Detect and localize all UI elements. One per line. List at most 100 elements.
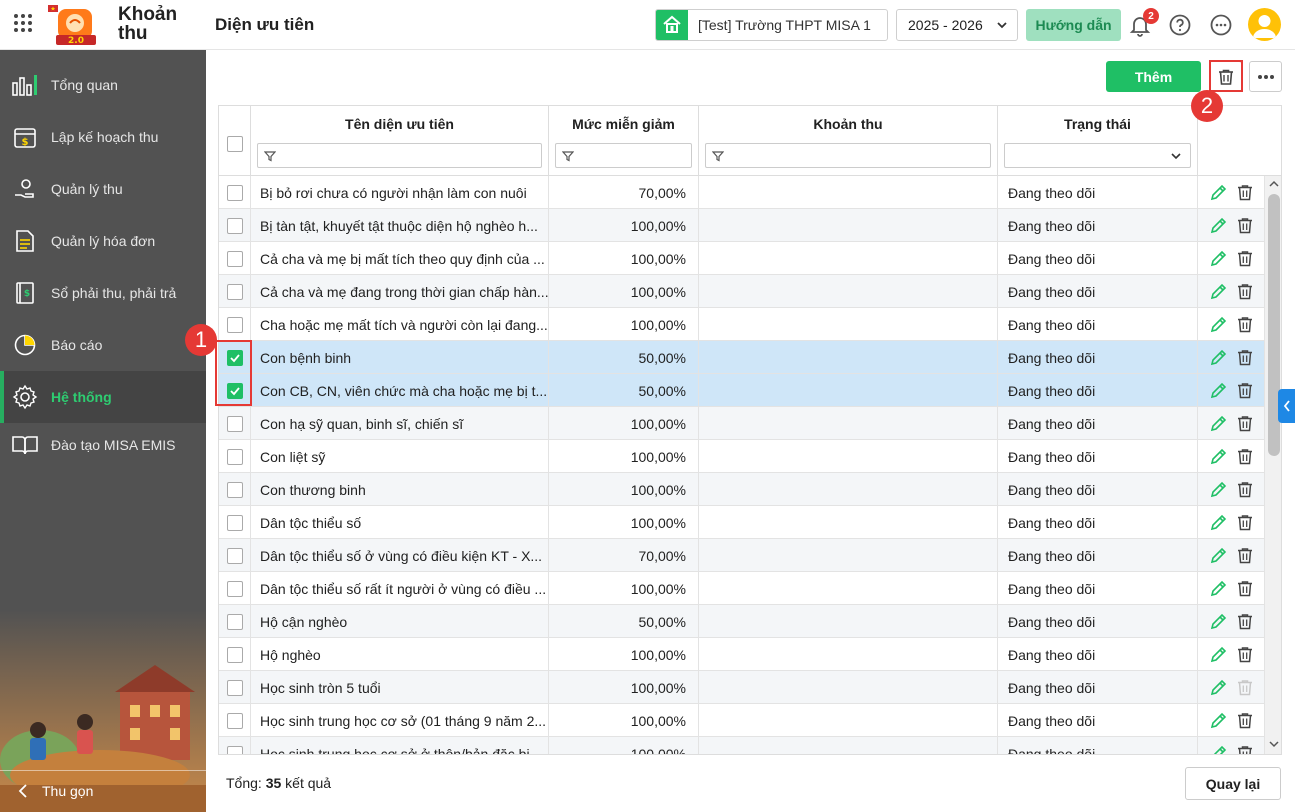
status-value: Đang theo dõi — [998, 440, 1198, 473]
trash-icon[interactable] — [1237, 580, 1253, 597]
edit-icon[interactable] — [1209, 415, 1227, 433]
row-checkbox[interactable] — [226, 646, 243, 663]
row-checkbox[interactable] — [226, 250, 243, 267]
scroll-down-icon[interactable] — [1269, 739, 1279, 749]
collapse-sidebar-button[interactable]: Thu gọn — [0, 770, 206, 812]
table-row[interactable]: Bị tàn tật, khuyết tật thuộc diện hộ ngh… — [219, 209, 1264, 242]
trash-icon[interactable] — [1237, 547, 1253, 564]
table-row[interactable]: Bị bỏ rơi chưa có người nhận làm con nuô… — [219, 176, 1264, 209]
row-checkbox[interactable] — [226, 547, 243, 564]
row-checkbox[interactable] — [226, 613, 243, 630]
guide-button[interactable]: Hướng dẫn — [1026, 9, 1121, 41]
row-checkbox[interactable] — [226, 217, 243, 234]
trash-icon[interactable] — [1237, 250, 1253, 267]
school-selector[interactable]: [Test] Trường THPT MISA 1 — [655, 9, 888, 41]
edit-icon[interactable] — [1209, 448, 1227, 466]
edit-icon[interactable] — [1209, 481, 1227, 499]
edit-icon[interactable] — [1209, 646, 1227, 664]
row-checkbox[interactable] — [226, 679, 243, 696]
trash-icon[interactable] — [1237, 217, 1253, 234]
edit-icon[interactable] — [1209, 283, 1227, 301]
edit-icon[interactable] — [1209, 679, 1227, 697]
app-launcher-icon[interactable] — [14, 14, 32, 32]
row-checkbox[interactable] — [226, 712, 243, 729]
trash-icon[interactable] — [1237, 448, 1253, 465]
trash-icon[interactable] — [1237, 481, 1253, 498]
row-checkbox[interactable] — [226, 514, 243, 531]
table-row[interactable]: Con liệt sỹ 100,00% Đang theo dõi — [219, 440, 1264, 473]
fee-filter-input[interactable] — [705, 143, 991, 168]
trash-icon[interactable] — [1237, 646, 1253, 663]
edit-icon[interactable] — [1209, 217, 1227, 235]
table-row[interactable]: Hộ cận nghèo 50,00% Đang theo dõi — [219, 605, 1264, 638]
table-row[interactable]: Học sinh trung học cơ sở ở thôn/bản đặc … — [219, 737, 1264, 756]
trash-icon[interactable] — [1237, 745, 1253, 755]
help-icon[interactable] — [1168, 13, 1192, 37]
edit-icon[interactable] — [1209, 250, 1227, 268]
year-selector[interactable]: 2025 - 2026 — [896, 9, 1018, 41]
trash-icon[interactable] — [1237, 283, 1253, 300]
edit-icon[interactable] — [1209, 613, 1227, 631]
table-row[interactable]: Cả cha và mẹ đang trong thời gian chấp h… — [219, 275, 1264, 308]
more-actions-button[interactable] — [1249, 61, 1282, 92]
edit-icon[interactable] — [1209, 316, 1227, 334]
edit-icon[interactable] — [1209, 349, 1227, 367]
row-checkbox[interactable] — [226, 580, 243, 597]
edit-icon[interactable] — [1209, 184, 1227, 202]
table-row[interactable]: Con CB, CN, viên chức mà cha hoặc mẹ bị … — [219, 374, 1264, 407]
trash-icon[interactable] — [1237, 415, 1253, 432]
trash-icon[interactable] — [1237, 514, 1253, 531]
sidebar-item-ledger[interactable]: $ Sổ phải thu, phải trả — [0, 267, 206, 319]
scroll-up-icon[interactable] — [1269, 179, 1279, 189]
vertical-scrollbar[interactable] — [1264, 176, 1281, 754]
table-row[interactable]: Hộ nghèo 100,00% Đang theo dõi — [219, 638, 1264, 671]
trash-icon[interactable] — [1237, 316, 1253, 333]
trash-icon[interactable] — [1237, 382, 1253, 399]
row-checkbox[interactable] — [226, 481, 243, 498]
table-row[interactable]: Học sinh tròn 5 tuổi 100,00% Đang theo dõi — [219, 671, 1264, 704]
trash-icon[interactable] — [1237, 712, 1253, 729]
edit-icon[interactable] — [1209, 580, 1227, 598]
more-options-icon[interactable] — [1209, 13, 1233, 37]
table-row[interactable]: Dân tộc thiểu số ở vùng có điều kiện KT … — [219, 539, 1264, 572]
avatar[interactable] — [1248, 8, 1281, 41]
table-row[interactable]: Dân tộc thiểu số rất ít người ở vùng có … — [219, 572, 1264, 605]
row-checkbox[interactable] — [226, 745, 243, 754]
table-row[interactable]: Con thương binh 100,00% Đang theo dõi — [219, 473, 1264, 506]
table-row[interactable]: Học sinh trung học cơ sở (01 tháng 9 năm… — [219, 704, 1264, 737]
edit-icon[interactable] — [1209, 745, 1227, 756]
table-row[interactable]: Cả cha và mẹ bị mất tích theo quy định c… — [219, 242, 1264, 275]
sidebar-item-plan[interactable]: $ Lập kế hoạch thu — [0, 111, 206, 163]
trash-icon[interactable] — [1237, 613, 1253, 630]
sidebar-item-overview[interactable]: Tổng quan — [0, 59, 206, 111]
table-row[interactable]: Cha hoặc mẹ mất tích và người còn lại đa… — [219, 308, 1264, 341]
sidebar-item-collect[interactable]: Quản lý thu — [0, 163, 206, 215]
edit-icon[interactable] — [1209, 712, 1227, 730]
row-checkbox[interactable] — [226, 448, 243, 465]
table-row[interactable]: Con bệnh binh 50,00% Đang theo dõi — [219, 341, 1264, 374]
row-checkbox[interactable] — [226, 415, 243, 432]
row-checkbox[interactable] — [226, 283, 243, 300]
trash-icon[interactable] — [1237, 349, 1253, 366]
back-button[interactable]: Quay lại — [1185, 767, 1281, 800]
table-row[interactable]: Con hạ sỹ quan, binh sĩ, chiến sĩ 100,00%… — [219, 407, 1264, 440]
edit-icon[interactable] — [1209, 547, 1227, 565]
table-row[interactable]: Dân tộc thiểu số 100,00% Đang theo dõi — [219, 506, 1264, 539]
edit-icon[interactable] — [1209, 382, 1227, 400]
sidebar-item-training[interactable]: Đào tạo MISA EMIS — [0, 419, 206, 471]
status-value: Đang theo dõi — [998, 407, 1198, 440]
add-button[interactable]: Thêm — [1106, 61, 1201, 92]
status-filter-select[interactable] — [1004, 143, 1191, 168]
discount-filter-input[interactable] — [555, 143, 692, 168]
trash-icon[interactable] — [1237, 184, 1253, 201]
sidebar-item-system[interactable]: Hệ thống — [0, 371, 206, 423]
sidebar-item-reports[interactable]: Báo cáo — [0, 319, 206, 371]
side-panel-toggle[interactable] — [1278, 389, 1295, 423]
name-filter-input[interactable] — [257, 143, 542, 168]
row-checkbox[interactable] — [226, 184, 243, 201]
row-checkbox[interactable] — [226, 316, 243, 333]
edit-icon[interactable] — [1209, 514, 1227, 532]
sidebar-item-invoices[interactable]: Quản lý hóa đơn — [0, 215, 206, 267]
trash-icon[interactable] — [1237, 679, 1253, 696]
select-all-checkbox[interactable] — [227, 136, 243, 152]
